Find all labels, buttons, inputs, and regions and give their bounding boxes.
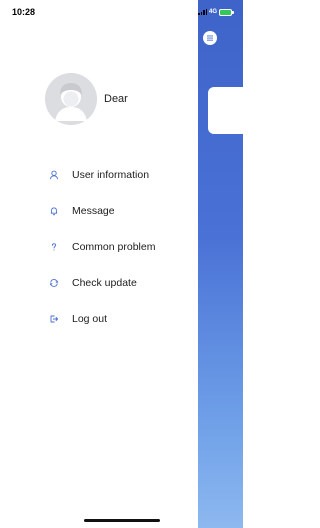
user-icon [49,170,59,180]
signal-icon [198,9,207,15]
status-indicators: 4G [198,8,234,16]
menu-item-message[interactable]: Message [0,193,198,229]
network-type: 4G [209,9,218,15]
menu-item-check-update[interactable]: Check update [0,265,198,301]
status-bar: 10:28 4G [0,0,243,22]
side-drawer: Dear User information Message Common pro… [0,0,198,528]
bell-icon [49,206,59,216]
menu-item-label: Message [72,205,115,217]
drawer-menu: User information Message Common problem … [0,157,198,337]
menu-item-label: Log out [72,313,108,325]
refresh-icon [49,278,59,288]
menu-item-label: Common problem [72,241,156,253]
status-time: 10:28 [12,7,36,17]
logout-icon [49,314,59,324]
profile-name: Dear [104,93,128,105]
menu-item-label: User information [72,169,150,181]
default-avatar-icon [45,73,97,125]
menu-item-log-out[interactable]: Log out [0,301,198,337]
battery-icon [219,8,234,16]
question-icon [49,242,59,252]
background-card [208,87,248,134]
menu-item-user-information[interactable]: User information [0,157,198,193]
menu-toggle-button[interactable] [203,31,217,45]
hamburger-icon [207,35,213,41]
menu-item-label: Check update [72,277,137,289]
menu-item-common-problem[interactable]: Common problem [0,229,198,265]
home-indicator[interactable] [84,519,160,522]
avatar[interactable] [45,73,97,125]
